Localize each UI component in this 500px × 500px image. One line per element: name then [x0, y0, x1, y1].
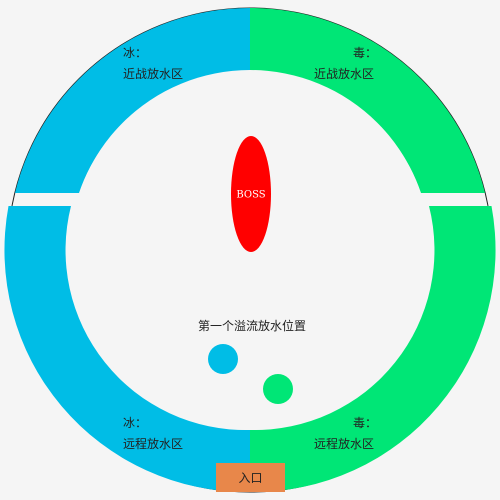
- entrance-button[interactable]: 入口: [216, 463, 285, 492]
- overflow-position-label: 第一个溢流放水位置: [198, 318, 306, 333]
- boss-label: BOSS: [236, 190, 265, 201]
- zone-bottom-left-title: 冰：: [123, 416, 148, 430]
- map-canvas: BOSS 第一个溢流放水位置: [4, 7, 496, 493]
- ice-overflow-marker: [208, 344, 238, 374]
- zone-bottom-right-subtitle: 远程放水区: [314, 437, 375, 451]
- zone-top-left-subtitle: 近战放水区: [123, 67, 184, 81]
- poison-overflow-marker: [263, 374, 293, 404]
- zone-bottom-right-title: 毒：: [353, 416, 378, 430]
- zone-top-right-title: 毒：: [353, 46, 378, 60]
- zone-bottom-left-subtitle: 远程放水区: [123, 437, 184, 451]
- zone-top-left-title: 冰：: [123, 46, 148, 60]
- raid-map: BOSS 第一个溢流放水位置 冰： 近战放水区 毒： 近战放水区 冰： 远程放水…: [0, 0, 500, 500]
- zone-top-right-subtitle: 近战放水区: [314, 67, 375, 81]
